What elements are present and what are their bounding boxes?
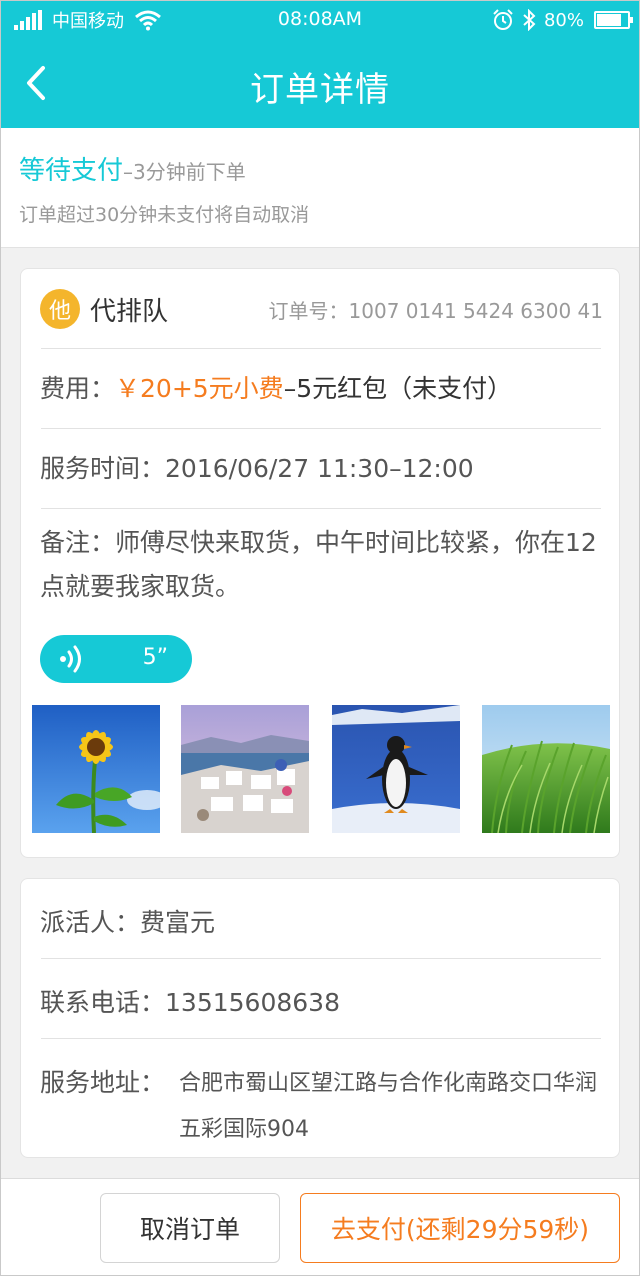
sound-wave-icon xyxy=(60,645,81,673)
penguin-image xyxy=(332,705,460,833)
fee-label: 费用： xyxy=(40,374,116,403)
divider xyxy=(41,348,601,349)
voice-duration: 5” xyxy=(142,645,168,670)
photo-seaside-town[interactable] xyxy=(181,705,309,833)
footer-bar: 取消订单 去支付(还剩29分59秒) xyxy=(0,1178,640,1276)
pay-button[interactable]: 去支付(还剩29分59秒) xyxy=(300,1193,620,1263)
title-bar: 订单详情 xyxy=(0,40,640,128)
dispatcher-row: 派活人：费富元 xyxy=(40,903,215,939)
divider xyxy=(41,428,601,429)
dispatcher-name: 费富元 xyxy=(140,908,216,937)
order-number: 订单号：1007 0141 5424 6300 41 xyxy=(268,299,603,323)
battery-icon xyxy=(594,11,633,29)
dispatcher-label: 派活人： xyxy=(40,908,141,937)
phone-number[interactable]: 13515608638 xyxy=(165,988,340,1017)
service-time-value: 2016/06/27 11:30–12:00 xyxy=(165,454,474,483)
service-time-row: 服务时间：2016/06/27 11:30–12:00 xyxy=(40,449,474,485)
photo-penguin[interactable] xyxy=(332,705,460,833)
service-time-label: 服务时间： xyxy=(40,454,166,483)
voice-message-button[interactable]: 5” xyxy=(40,635,192,683)
seaside-town-image xyxy=(181,705,309,833)
photo-wheat-field[interactable] xyxy=(482,705,610,833)
page-title: 订单详情 xyxy=(250,70,390,110)
address-label: 服务地址： xyxy=(40,1068,166,1097)
avatar: 他 xyxy=(40,289,80,329)
fee-row: 费用：￥20+5元小费–5元红包（未支付） xyxy=(40,369,512,405)
phone-row: 联系电话：13515608638 xyxy=(40,983,340,1019)
order-placed-time: 3分钟前下单 xyxy=(133,160,246,184)
divider xyxy=(41,508,601,509)
divider xyxy=(41,1038,601,1039)
fee-amount: ￥20+5元小费 xyxy=(115,374,284,403)
status-separator: – xyxy=(123,160,134,184)
dispatcher-card: 派活人：费富元 联系电话：13515608638 服务地址： 合肥市蜀山区望江路… xyxy=(20,878,620,1158)
bluetooth-icon xyxy=(523,9,536,31)
address-value: 合肥市蜀山区望江路与合作化南路交口华润五彩国际904 xyxy=(179,1071,598,1142)
photo-sunflower[interactable] xyxy=(32,705,160,833)
sunflower-image xyxy=(32,705,160,833)
order-status-section: 等待支付 – 3分钟前下单 订单超过30分钟未支付将自动取消 xyxy=(0,128,640,248)
remark-text: 备注：师傅尽快来取货，中午时间比较紧，你在12点就要我家取货。 xyxy=(40,528,597,601)
order-card: 他 代排队 订单号：1007 0141 5424 6300 41 费用：￥20+… xyxy=(20,268,620,858)
cancel-order-button[interactable]: 取消订单 xyxy=(100,1193,280,1263)
order-status: 等待支付 xyxy=(19,156,124,186)
battery-percent: 80% xyxy=(543,9,584,31)
header: 中国移动 08:08AM 80% 订单详情 xyxy=(0,0,640,128)
phone-label: 联系电话： xyxy=(40,988,166,1017)
wheat-field-image xyxy=(482,705,610,833)
divider xyxy=(41,958,601,959)
auto-cancel-note: 订单超过30分钟未支付将自动取消 xyxy=(19,204,310,226)
alarm-icon xyxy=(493,9,513,30)
fee-detail: –5元红包（未支付） xyxy=(283,374,513,403)
status-bar: 中国移动 08:08AM 80% xyxy=(0,0,640,40)
service-name: 代排队 xyxy=(90,297,169,327)
